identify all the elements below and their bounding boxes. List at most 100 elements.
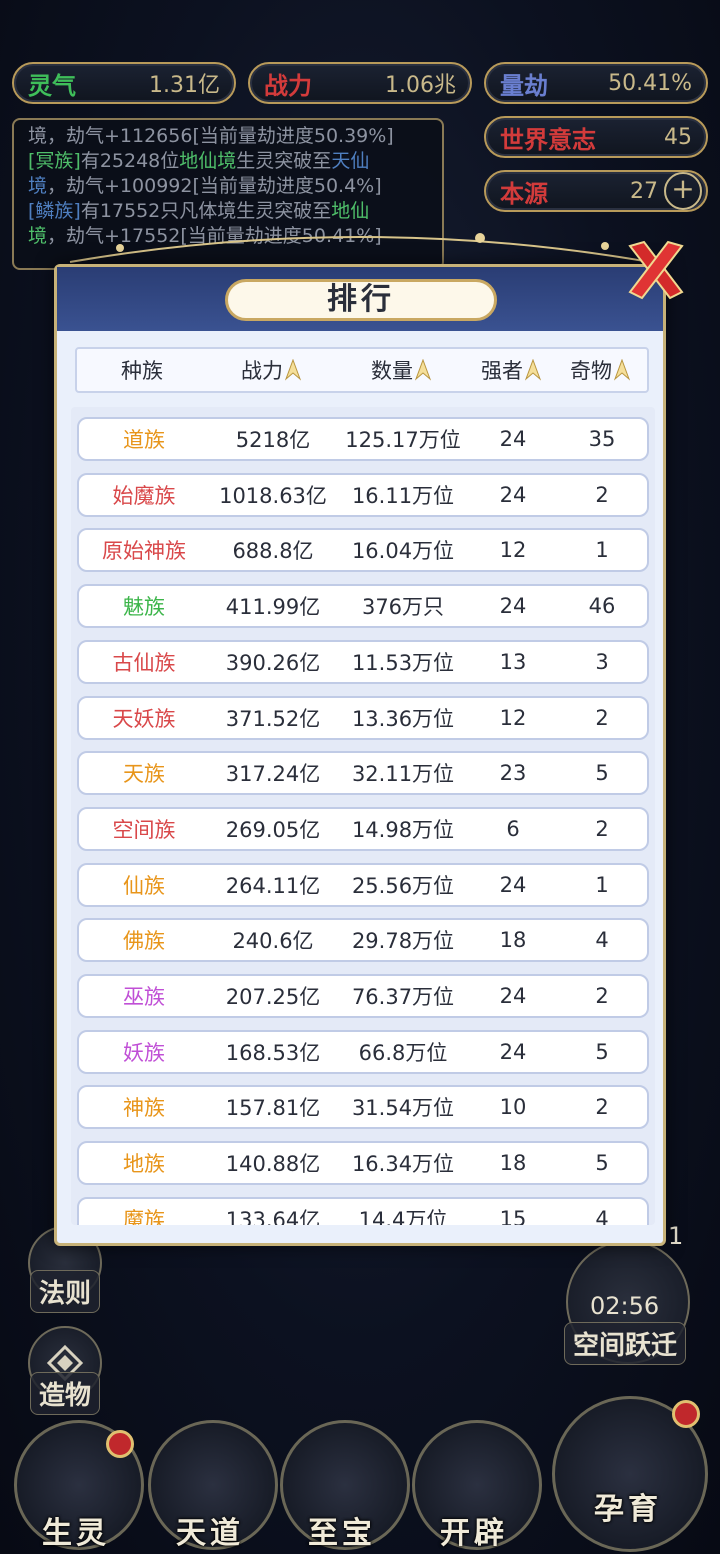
race-power: 133.64亿: [225, 1207, 321, 1225]
race-count: 14.98万位: [351, 817, 455, 842]
race-count: 32.11万位: [351, 762, 455, 787]
race-count: 31.54万位: [351, 1096, 455, 1121]
notification-dot: [106, 1430, 134, 1458]
sort-arrow-icon: [285, 359, 301, 381]
table-row[interactable]: 魔族 133.64亿 14.4万位 15 4: [77, 1196, 649, 1225]
race-name: 妖族: [123, 1040, 165, 1065]
race-count: 29.78万位: [351, 929, 455, 954]
header-race: 种族: [121, 359, 163, 383]
log-line: 境，劫气+100992[当前量劫进度50.4%]: [28, 175, 382, 197]
race-count: 13.36万位: [351, 706, 455, 731]
race-count: 16.34万位: [351, 1152, 455, 1177]
race-power: 168.53亿: [225, 1040, 321, 1065]
liangjie-value: 50.41%: [608, 70, 692, 96]
table-row[interactable]: 始魔族 1018.63亿 16.11万位 24 2: [77, 472, 649, 517]
race-strong: 6: [506, 816, 520, 841]
shijie-value: 45: [664, 124, 692, 150]
table-header: 种族 战力 数量 强者 奇物: [75, 347, 649, 393]
table-row[interactable]: 妖族 168.53亿 66.8万位 24 5: [77, 1029, 649, 1074]
lingqi-value: 1.31亿: [149, 73, 220, 98]
add-benyuan-button[interactable]: +: [664, 172, 702, 210]
sort-arrow-icon: [415, 359, 431, 381]
table-row[interactable]: 神族 157.81亿 31.54万位 10 2: [77, 1085, 649, 1130]
table-row[interactable]: 地族 140.88亿 16.34万位 18 5: [77, 1141, 649, 1186]
race-strong: 24: [499, 482, 527, 507]
close-icon[interactable]: [624, 238, 688, 302]
race-name: 地族: [123, 1152, 165, 1177]
ranking-modal: 排行 种族 战力 数量 强者 奇物 道族 5218亿 125.17万位 24 35 始魔族…: [54, 264, 666, 1246]
sort-power-header[interactable]: 战力: [207, 355, 335, 385]
race-power: 371.52亿: [225, 706, 321, 731]
race-count: 16.11万位: [351, 483, 455, 508]
table-row[interactable]: 佛族 240.6亿 29.78万位 18 4: [77, 918, 649, 963]
race-count: 14.4万位: [358, 1207, 448, 1225]
table-row[interactable]: 仙族 264.11亿 25.56万位 24 1: [77, 862, 649, 907]
race-strong: 12: [499, 705, 527, 730]
nav-yunyu-label: 孕育: [594, 1492, 662, 1527]
race-name: 天妖族: [112, 706, 176, 731]
race-items: 46: [588, 594, 616, 619]
race-strong: 12: [499, 538, 527, 563]
log-line: [鳞族]有17552只凡体境生灵突破至地仙: [28, 200, 370, 222]
race-strong: 10: [499, 1095, 527, 1120]
race-items: 5: [595, 1039, 609, 1064]
race-name: 魔族: [123, 1207, 165, 1225]
race-strong: 15: [499, 1206, 527, 1225]
liangjie-stat[interactable]: 量劫 50.41%: [484, 62, 708, 104]
race-strong: 23: [499, 761, 527, 786]
race-count: 376万只: [361, 595, 445, 620]
race-power: 240.6亿: [232, 929, 314, 954]
table-row[interactable]: 巫族 207.25亿 76.37万位 24 2: [77, 974, 649, 1018]
benyuan-label: 本源: [500, 179, 548, 208]
shijie-stat[interactable]: 世界意志 45: [484, 116, 708, 158]
race-name: 道族: [123, 428, 165, 452]
space-jump-label: 空间跃迁: [564, 1322, 687, 1365]
race-name: 神族: [123, 1096, 165, 1121]
race-power: 5218亿: [235, 428, 311, 452]
table-row[interactable]: 空间族 269.05亿 14.98万位 6 2: [77, 806, 649, 851]
race-strong: 24: [499, 594, 527, 619]
sort-arrow-icon: [614, 359, 630, 381]
table-row[interactable]: 古仙族 390.26亿 11.53万位 13 3: [77, 639, 649, 684]
sort-count-header[interactable]: 数量: [335, 355, 467, 385]
race-strong: 24: [499, 872, 527, 897]
modal-title: 排行: [225, 279, 497, 321]
race-items: 1: [595, 872, 609, 897]
sort-items-header[interactable]: 奇物: [555, 355, 645, 385]
race-name: 始魔族: [112, 483, 176, 508]
nav-zhibao-label: 至宝: [308, 1516, 376, 1551]
race-items: 2: [595, 984, 609, 1008]
nav-tiandao-label: 天道: [176, 1516, 244, 1551]
race-count: 125.17万位: [345, 428, 461, 452]
sort-strong-header[interactable]: 强者: [467, 355, 555, 385]
ranking-list[interactable]: 道族 5218亿 125.17万位 24 35 始魔族 1018.63亿 16.11万位 24 2…: [71, 407, 655, 1225]
notification-dot: [672, 1400, 700, 1428]
benyuan-stat[interactable]: 本源 27 +: [484, 170, 708, 212]
race-power: 207.25亿: [225, 985, 321, 1009]
race-power: 264.11亿: [225, 873, 321, 898]
jump-timer: 02:56: [590, 1292, 660, 1320]
benyuan-value: 27: [630, 178, 658, 204]
race-name: 佛族: [123, 929, 165, 954]
race-items: 5: [595, 1151, 609, 1176]
race-count: 16.04万位: [351, 539, 455, 564]
race-count: 25.56万位: [351, 873, 455, 898]
race-strong: 24: [499, 1039, 527, 1064]
race-strong: 18: [499, 928, 527, 953]
table-row[interactable]: 道族 5218亿 125.17万位 24 35: [77, 417, 649, 461]
race-items: 2: [595, 705, 609, 730]
race-name: 仙族: [123, 873, 165, 898]
table-row[interactable]: 原始神族 688.8亿 16.04万位 12 1: [77, 528, 649, 573]
race-count: 76.37万位: [351, 985, 455, 1009]
race-strong: 24: [499, 984, 527, 1008]
race-name: 魅族: [123, 595, 165, 620]
table-row[interactable]: 天族 317.24亿 32.11万位 23 5: [77, 751, 649, 796]
race-power: 1018.63亿: [219, 483, 327, 508]
race-power: 688.8亿: [232, 539, 314, 564]
race-name: 原始神族: [102, 539, 186, 564]
table-row[interactable]: 魅族 411.99亿 376万只 24 46: [77, 584, 649, 629]
race-name: 古仙族: [112, 650, 176, 675]
log-line: 境，劫气+112656[当前量劫进度50.39%]: [28, 125, 394, 147]
table-row[interactable]: 天妖族 371.52亿 13.36万位 12 2: [77, 695, 649, 740]
race-strong: 18: [499, 1151, 527, 1176]
